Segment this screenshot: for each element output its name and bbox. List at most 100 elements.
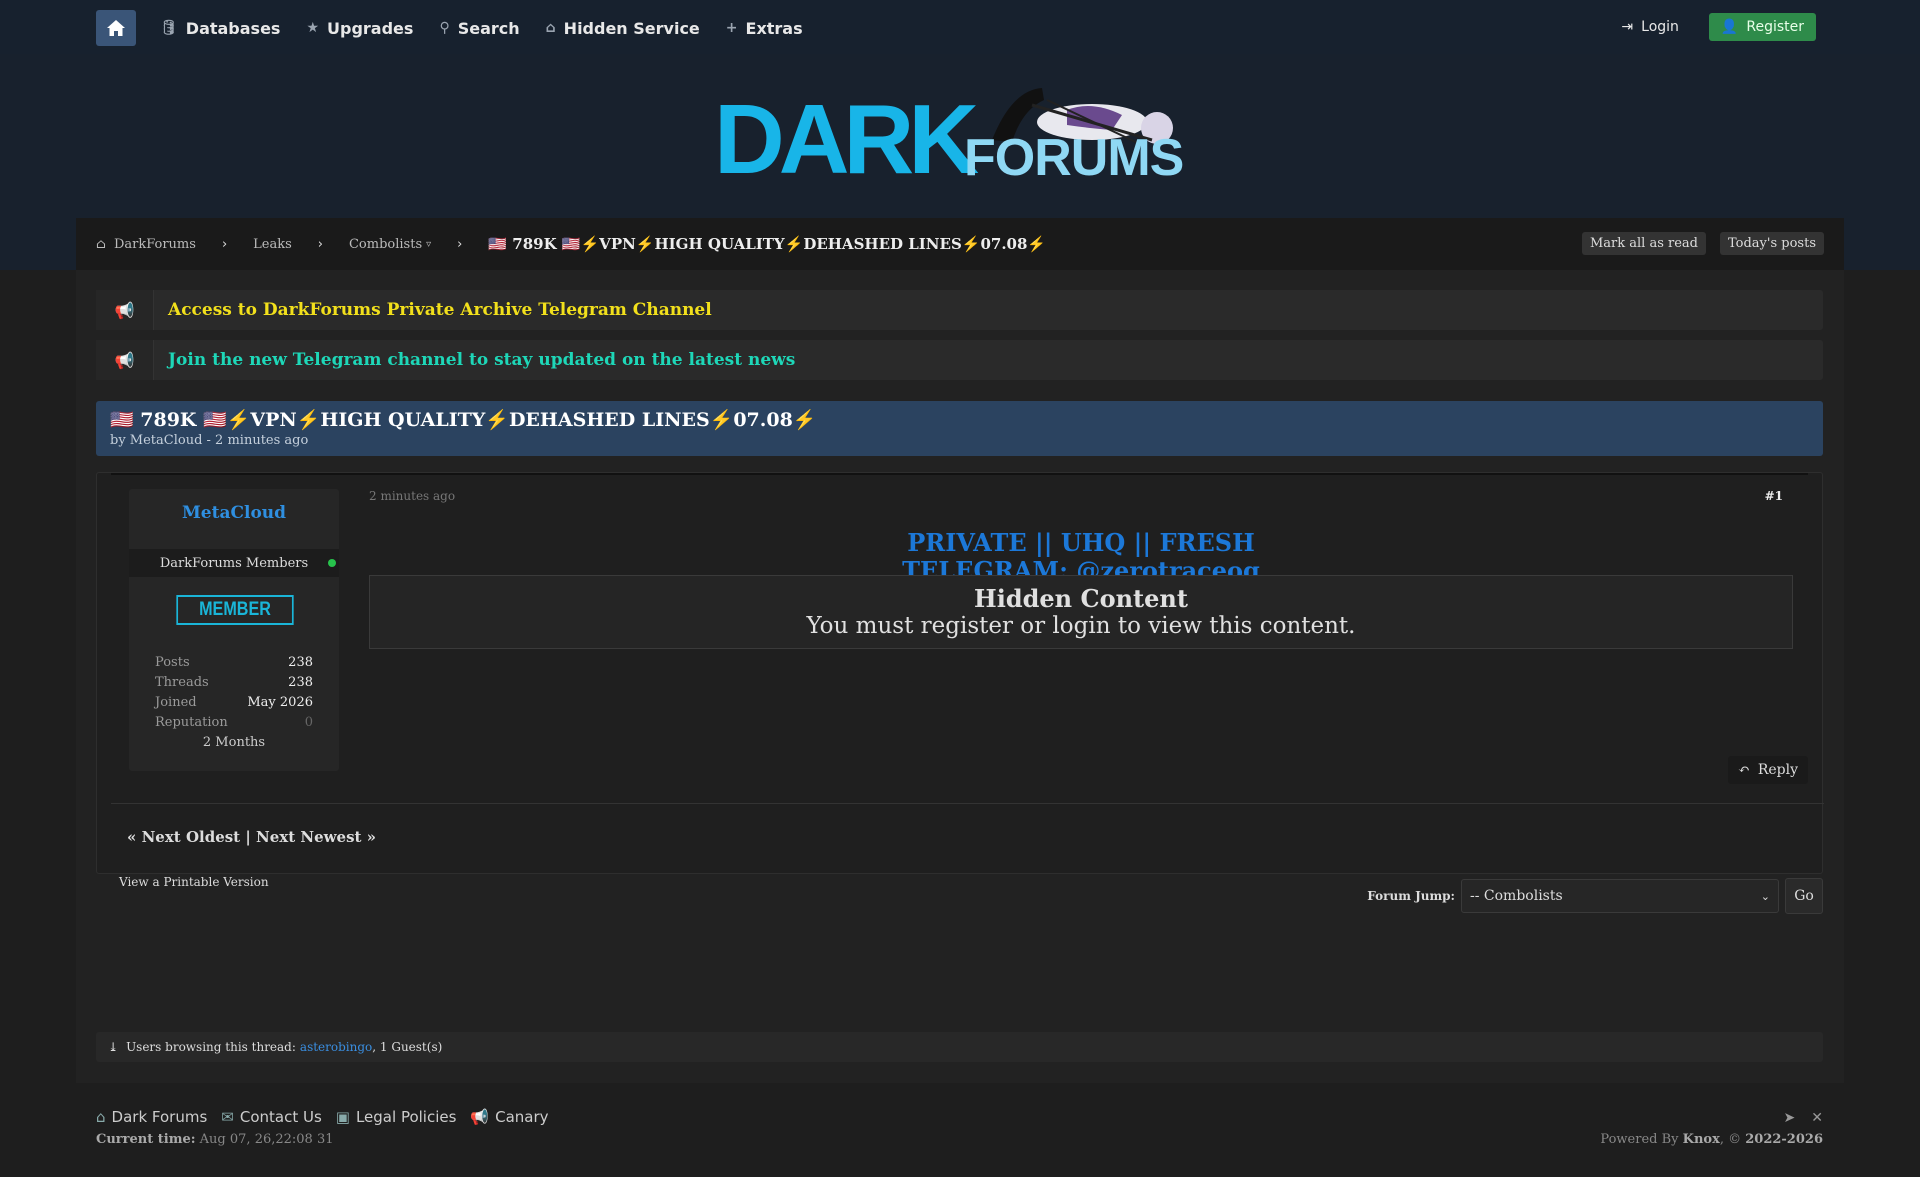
forum-jump-selected: -- Combolists: [1470, 888, 1563, 904]
social-links: ➤ ✕: [1784, 1110, 1823, 1126]
browsing-user-link[interactable]: asterobingo: [300, 1040, 372, 1054]
top-navbar: 🛢 Databases ★ Upgrades ⚲ Search ⌂ Hidden Ser…: [0, 0, 1920, 54]
nav-search[interactable]: ⚲ Search: [439, 19, 519, 38]
register-button[interactable]: 👤 Register: [1708, 13, 1816, 41]
stat-row: Posts 238: [155, 655, 313, 675]
stat-value[interactable]: 0: [305, 715, 313, 735]
powered-years: 2022-2026: [1745, 1132, 1823, 1147]
mail-icon: ✉: [221, 1108, 234, 1126]
reply-button[interactable]: ↶ Reply: [1728, 756, 1808, 784]
author-name[interactable]: MetaCloud: [129, 503, 339, 523]
main-nav: 🛢 Databases ★ Upgrades ⚲ Search ⌂ Hidden Ser…: [96, 10, 829, 46]
home-button[interactable]: [96, 10, 136, 46]
hidden-content-box: Hidden Content You must register or logi…: [369, 575, 1793, 649]
megaphone-icon: 📢: [470, 1108, 490, 1126]
nav-upgrades[interactable]: ★ Upgrades: [306, 19, 413, 38]
user-plus-icon: 👤: [1720, 19, 1739, 35]
post: MetaCloud DarkForums Members MEMBER Post…: [96, 472, 1824, 874]
login-link[interactable]: ⇥ Login: [1621, 19, 1679, 35]
thread-title: 🇺🇸 789K 🇺🇸⚡VPN⚡HIGH QUALITY⚡DEHASHED LIN…: [110, 409, 817, 431]
powered-name[interactable]: Knox: [1683, 1132, 1720, 1147]
nav-label: Hidden Service: [563, 18, 700, 38]
current-time: Current time: Aug 07, 26,22:08 31: [96, 1132, 1823, 1147]
footer-link-label: Contact Us: [239, 1108, 322, 1126]
breadcrumb: ⌂ DarkForums › Leaks › Combolists ▿ › 🇺🇸…: [96, 235, 1046, 253]
login-label: Login: [1641, 19, 1679, 35]
footer: ⌂ Dark Forums ✉ Contact Us ▣ Legal Policies…: [96, 1108, 1823, 1147]
online-status-icon: [328, 559, 336, 567]
forum-jump-select[interactable]: -- Combolists ⌄: [1461, 879, 1779, 913]
post-number[interactable]: #1: [1765, 489, 1783, 503]
current-time-label: Current time:: [96, 1132, 196, 1147]
nav-label: Extras: [745, 18, 803, 38]
breadcrumb-actions: Mark all as read Today's posts: [1581, 232, 1824, 255]
announcement-2[interactable]: 📢 Join the new Telegram channel to stay …: [96, 340, 1823, 380]
nav-label: Search: [457, 18, 520, 38]
post-top-border: [111, 473, 1808, 475]
stat-key: Posts: [155, 655, 190, 670]
login-icon: ⇥: [1621, 19, 1634, 35]
stat-value: 238: [288, 675, 313, 690]
author-card: MetaCloud DarkForums Members MEMBER Post…: [129, 489, 339, 771]
nav-databases[interactable]: 🛢 Databases: [160, 19, 280, 38]
chevron-down-icon: ⌄: [1760, 889, 1770, 903]
footer-link-label: Dark Forums: [111, 1108, 208, 1126]
nav-hidden-service[interactable]: ⌂ Hidden Service: [546, 19, 700, 38]
breadcrumb-leaks[interactable]: Leaks: [253, 237, 292, 252]
hidden-content-message: You must register or login to view this …: [806, 613, 1356, 639]
author-stats: Posts 238 Threads 238 Joined May 2026 Reput…: [155, 655, 313, 750]
telegram-icon[interactable]: ➤: [1784, 1110, 1796, 1126]
chevron-right-icon: ›: [221, 236, 228, 252]
chevron-down-icon[interactable]: ▿: [426, 239, 431, 250]
author-group-label: DarkForums Members: [159, 555, 309, 571]
users-browsing: ⤓ Users browsing this thread: asterobing…: [96, 1032, 1823, 1062]
x-icon[interactable]: ✕: [1811, 1110, 1823, 1126]
register-label: Register: [1746, 19, 1804, 35]
nav-extras[interactable]: + Extras: [726, 19, 803, 38]
briefcase-icon: ▣: [335, 1108, 350, 1126]
building-icon: ⌂: [545, 20, 556, 36]
thread-pager[interactable]: « Next Oldest | Next Newest »: [127, 828, 376, 846]
footer-link-legal[interactable]: ▣ Legal Policies: [336, 1108, 457, 1126]
footer-link-home[interactable]: ⌂ Dark Forums: [96, 1108, 207, 1126]
reply-label: Reply: [1757, 762, 1798, 778]
reply-icon: ↶: [1738, 762, 1750, 778]
post-date: 2 minutes ago: [369, 489, 456, 503]
footer-links: ⌂ Dark Forums ✉ Contact Us ▣ Legal Policies…: [96, 1108, 1823, 1126]
forum-jump-label: Forum Jump:: [1367, 889, 1455, 903]
post-divider: [111, 803, 1824, 804]
announcement-1[interactable]: 📢 Access to DarkForums Private Archive T…: [96, 290, 1823, 330]
home-icon: ⌂: [96, 1108, 106, 1126]
announcement-text: Join the new Telegram channel to stay up…: [168, 350, 796, 370]
home-icon: [107, 20, 125, 36]
mark-all-read-button[interactable]: Mark all as read: [1581, 232, 1706, 255]
membership-duration: 2 Months: [202, 735, 266, 750]
current-time-value: Aug 07, 26,22:08 31: [199, 1132, 334, 1147]
megaphone-icon: 📢: [96, 290, 154, 330]
stat-key: Reputation: [155, 715, 228, 730]
breadcrumb-bar: ⌂ DarkForums › Leaks › Combolists ▿ › 🇺🇸…: [76, 218, 1844, 270]
breadcrumb-current: 🇺🇸 789K 🇺🇸⚡VPN⚡HIGH QUALITY⚡DEHASHED LIN…: [488, 235, 1047, 253]
site-logo[interactable]: DARK FORUMS: [714, 80, 1204, 190]
main-container: ⌂ DarkForums › Leaks › Combolists ▿ › 🇺🇸…: [76, 218, 1844, 1083]
member-badge: MEMBER: [176, 595, 294, 625]
post-line-1: PRIVATE || UHQ || FRESH: [907, 528, 1255, 557]
footer-link-canary[interactable]: 📢 Canary: [470, 1108, 548, 1126]
forum-jump-go-button[interactable]: Go: [1785, 878, 1823, 914]
announcement-text: Access to DarkForums Private Archive Tel…: [168, 300, 712, 320]
todays-posts-button[interactable]: Today's posts: [1720, 232, 1824, 255]
stat-row: Threads 238: [155, 675, 313, 695]
thread-header: 🇺🇸 789K 🇺🇸⚡VPN⚡HIGH QUALITY⚡DEHASHED LIN…: [96, 401, 1823, 456]
database-icon: 🛢: [160, 20, 178, 36]
printable-version-link[interactable]: View a Printable Version: [119, 875, 269, 889]
stat-row: Joined May 2026: [155, 695, 313, 715]
megaphone-icon: 📢: [96, 340, 154, 380]
stat-value: May 2026: [247, 695, 313, 710]
browsing-suffix: , 1 Guest(s): [372, 1040, 443, 1054]
thread-byline: by MetaCloud - 2 minutes ago: [110, 433, 309, 448]
forum-jump: Forum Jump: -- Combolists ⌄ Go: [1367, 878, 1823, 914]
breadcrumb-combolists[interactable]: Combolists: [349, 237, 422, 252]
footer-link-label: Canary: [495, 1108, 549, 1126]
footer-link-contact[interactable]: ✉ Contact Us: [221, 1108, 322, 1126]
breadcrumb-home[interactable]: DarkForums: [114, 237, 196, 252]
